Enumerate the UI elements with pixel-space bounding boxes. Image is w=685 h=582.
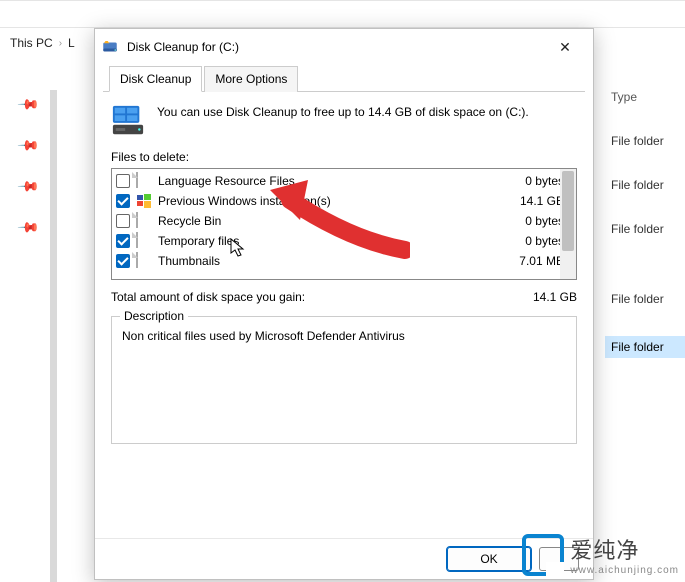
type-value: File folder — [611, 134, 685, 148]
dialog-title: Disk Cleanup for (C:) — [127, 40, 535, 54]
intro-text: You can use Disk Cleanup to free up to 1… — [157, 104, 529, 138]
item-name: Thumbnails — [158, 254, 513, 268]
pinned-sidebar: 📌 📌 📌 📌 — [20, 96, 37, 236]
pin-icon: 📌 — [17, 215, 41, 239]
scrollbar[interactable] — [560, 169, 576, 279]
list-item[interactable]: Previous Windows installation(s) 14.1 GB — [112, 191, 576, 211]
list-item[interactable]: Language Resource Files 0 bytes — [112, 171, 576, 191]
ok-button[interactable]: OK — [447, 547, 531, 571]
list-item[interactable]: Thumbnails 7.01 MB — [112, 251, 576, 271]
files-to-delete-label: Files to delete: — [111, 150, 577, 164]
watermark-url: www.aichunjing.com — [570, 565, 679, 576]
description-group: Description Non critical files used by M… — [111, 316, 577, 444]
checkbox[interactable] — [116, 194, 130, 208]
type-value: File folder — [611, 178, 685, 192]
intro-row: You can use Disk Cleanup to free up to 1… — [111, 104, 577, 138]
type-value: File folder — [611, 222, 685, 236]
disk-cleanup-icon — [101, 38, 119, 56]
button-bar: OK — [95, 538, 593, 579]
checkbox[interactable] — [116, 174, 130, 188]
item-name: Recycle Bin — [158, 214, 519, 228]
watermark-logo-icon — [522, 534, 564, 576]
pin-icon: 📌 — [17, 92, 41, 116]
description-label: Description — [120, 309, 188, 323]
tab-disk-cleanup[interactable]: Disk Cleanup — [109, 66, 202, 92]
type-value-selected[interactable]: File folder — [605, 336, 685, 358]
sidebar-divider — [50, 90, 57, 582]
titlebar[interactable]: Disk Cleanup for (C:) ✕ — [95, 29, 593, 65]
file-icon — [136, 213, 152, 229]
windows-icon — [136, 193, 152, 209]
total-label: Total amount of disk space you gain: — [111, 290, 533, 304]
description-text: Non critical files used by Microsoft Def… — [122, 329, 566, 343]
list-item[interactable]: Temporary files 0 bytes — [112, 231, 576, 251]
pin-icon: 📌 — [17, 133, 41, 157]
drive-icon — [111, 104, 145, 138]
type-value: File folder — [611, 292, 685, 306]
item-name: Temporary files — [158, 234, 519, 248]
type-column: Type File folder File folder File folder… — [605, 90, 685, 358]
dialog-content: You can use Disk Cleanup to free up to 1… — [95, 92, 593, 538]
checkbox[interactable] — [116, 234, 130, 248]
pin-icon: 📌 — [17, 174, 41, 198]
total-row: Total amount of disk space you gain: 14.… — [111, 290, 577, 304]
item-name: Language Resource Files — [158, 174, 519, 188]
background-toolbar — [0, 0, 685, 28]
watermark: 爱纯净 www.aichunjing.com — [522, 533, 679, 576]
breadcrumb-item[interactable]: This PC — [10, 36, 53, 50]
file-icon — [136, 173, 152, 189]
total-value: 14.1 GB — [533, 290, 577, 304]
file-icon — [136, 253, 152, 269]
chevron-right-icon: › — [59, 38, 62, 49]
disk-cleanup-dialog: Disk Cleanup for (C:) ✕ Disk Cleanup Mor… — [94, 28, 594, 580]
watermark-text: 爱纯净 — [570, 533, 679, 565]
checkbox[interactable] — [116, 254, 130, 268]
scrollbar-thumb[interactable] — [562, 171, 574, 251]
tab-more-options[interactable]: More Options — [204, 66, 298, 92]
tabs: Disk Cleanup More Options — [103, 65, 585, 92]
column-header-type[interactable]: Type — [611, 90, 685, 104]
item-name: Previous Windows installation(s) — [158, 194, 514, 208]
checkbox[interactable] — [116, 214, 130, 228]
breadcrumb-item[interactable]: L — [68, 36, 75, 50]
file-list[interactable]: Language Resource Files 0 bytes Previous… — [111, 168, 577, 280]
close-button[interactable]: ✕ — [543, 31, 587, 63]
file-icon — [136, 233, 152, 249]
breadcrumb[interactable]: This PC › L — [10, 36, 75, 50]
close-icon: ✕ — [559, 39, 571, 56]
list-item[interactable]: Recycle Bin 0 bytes — [112, 211, 576, 231]
